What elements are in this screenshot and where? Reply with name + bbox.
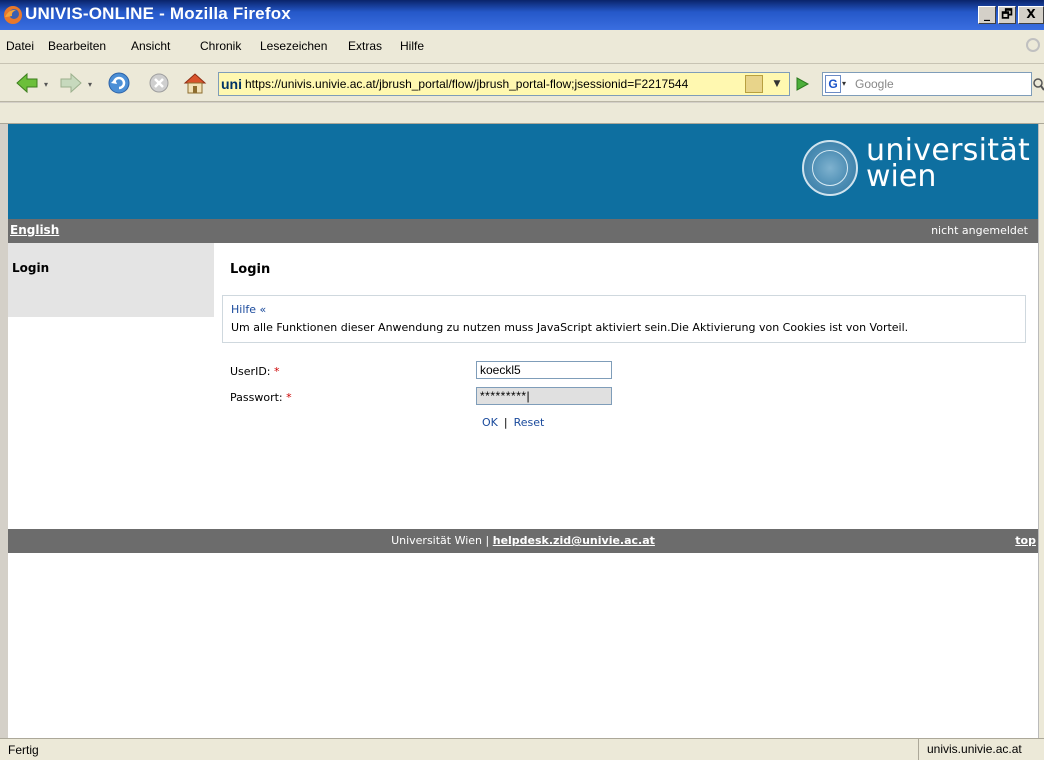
menu-lesezeichen[interactable]: Lesezeichen (260, 39, 327, 53)
javascript-notice: Um alle Funktionen dieser Anwendung zu n… (231, 321, 909, 334)
helpdesk-email-link[interactable]: helpdesk.zid@univie.ac.at (493, 534, 655, 547)
home-button[interactable] (182, 70, 208, 96)
reset-link[interactable]: Reset (514, 416, 545, 429)
footer-organization: Universität Wien | (391, 534, 490, 547)
address-url[interactable]: https://univis.univie.ac.at/jbrush_porta… (245, 77, 745, 91)
security-lock-icon[interactable] (745, 75, 763, 93)
language-link-english[interactable]: English (10, 223, 59, 237)
form-actions: OK | Reset (482, 416, 544, 429)
throbber-icon (1026, 38, 1040, 52)
status-host: univis.univie.ac.at (918, 739, 1044, 760)
sidebar: Login (8, 243, 214, 317)
menu-ansicht[interactable]: Ansicht (131, 39, 170, 53)
reload-icon (108, 72, 130, 94)
minimize-button[interactable]: _ (978, 6, 996, 24)
university-seal-icon (802, 140, 858, 196)
action-separator: | (503, 416, 508, 429)
maximize-button[interactable]: 🗗 (998, 6, 1016, 24)
window-titlebar[interactable]: UNIVIS-ONLINE - Mozilla Firefox _ 🗗 X (0, 0, 1044, 30)
password-label: Passwort: * (230, 391, 292, 404)
menu-bar: Datei Bearbeiten Ansicht Chronik Lesezei… (0, 30, 1044, 64)
menu-datei[interactable]: Datei (6, 39, 34, 53)
search-icon[interactable] (1032, 76, 1044, 92)
required-marker: * (286, 391, 292, 404)
url-history-dropdown-icon[interactable]: ▼ (769, 75, 785, 93)
required-marker: * (274, 365, 280, 378)
forward-arrow-icon (60, 72, 82, 94)
menu-bearbeiten[interactable]: Bearbeiten (48, 39, 106, 53)
forward-history-dropdown-icon[interactable]: ▾ (88, 80, 96, 89)
google-engine-icon[interactable]: G (825, 75, 841, 93)
reload-button[interactable] (106, 70, 132, 96)
page-content: universität wien English nicht angemelde… (8, 124, 1038, 738)
password-input[interactable]: *********| (476, 387, 612, 405)
page-footer: Universität Wien | helpdesk.zid@univie.a… (8, 529, 1038, 553)
status-text: Fertig (8, 743, 39, 757)
status-bar: Fertig univis.univie.ac.at (0, 738, 1044, 760)
sidebar-item-login[interactable]: Login (12, 261, 49, 275)
search-box[interactable]: G ▾ Google (822, 72, 1032, 96)
engine-dropdown-icon[interactable]: ▾ (842, 79, 846, 88)
logo-text-wien: wien (866, 159, 937, 194)
menu-chronik[interactable]: Chronik (200, 39, 241, 53)
university-logo[interactable]: universität wien (802, 134, 1030, 202)
close-button[interactable]: X (1018, 6, 1044, 24)
top-info-bar: English nicht angemeldet (8, 219, 1038, 243)
menu-hilfe[interactable]: Hilfe (400, 39, 424, 53)
ok-link[interactable]: OK (482, 416, 498, 429)
search-placeholder: Google (855, 77, 894, 91)
stop-icon (149, 73, 169, 93)
vertical-scrollbar[interactable] (1038, 124, 1044, 738)
help-box: Hilfe « Um alle Funktionen dieser Anwend… (222, 295, 1026, 343)
window-title: UNIVIS-ONLINE - Mozilla Firefox (25, 4, 291, 23)
back-button[interactable] (14, 70, 40, 96)
help-link[interactable]: Hilfe « (231, 303, 266, 316)
home-icon (183, 73, 207, 94)
userid-input[interactable]: koeckl5 (476, 361, 612, 379)
page-title: Login (230, 262, 271, 277)
address-bar[interactable]: uni https://univis.univie.ac.at/jbrush_p… (218, 72, 790, 96)
userid-label: UserID: * (230, 365, 280, 378)
forward-button[interactable] (58, 70, 84, 96)
stop-button[interactable] (146, 70, 172, 96)
back-arrow-icon (16, 72, 38, 94)
site-favicon: uni (221, 76, 242, 92)
go-button[interactable] (794, 76, 810, 92)
bookmarks-toolbar (0, 103, 1044, 124)
menu-extras[interactable]: Extras (348, 39, 382, 53)
login-status: nicht angemeldet (931, 224, 1028, 237)
back-to-top-link[interactable]: top (1015, 534, 1036, 547)
navigation-toolbar: ▾ ▾ uni https://univis.univie.ac.at/jbru… (0, 64, 1044, 102)
back-history-dropdown-icon[interactable]: ▾ (44, 80, 52, 89)
firefox-icon (4, 6, 22, 24)
header-banner: universität wien (8, 124, 1038, 219)
